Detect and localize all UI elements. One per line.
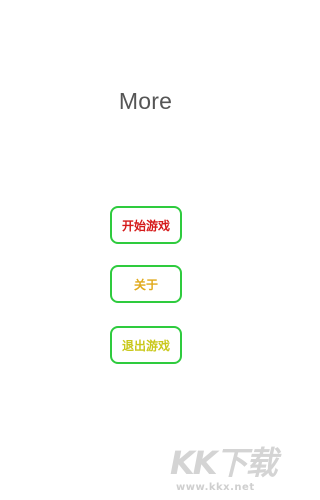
game-menu-screen: More 开始游戏 关于 退出游戏 KK下载 www.kkx.net (0, 0, 291, 500)
about-label: 关于 (133, 277, 158, 292)
exit-game-button[interactable]: 退出游戏 (110, 326, 182, 364)
page-title: More (118, 88, 173, 114)
watermark-logo: KK下载 (170, 444, 278, 482)
exit-game-label: 退出游戏 (121, 338, 170, 353)
site-watermark: KK下载 www.kkx.net (170, 438, 285, 498)
start-game-button[interactable]: 开始游戏 (110, 206, 182, 244)
watermark-url: www.kkx.net (176, 482, 255, 493)
start-game-label: 开始游戏 (121, 218, 170, 233)
about-button[interactable]: 关于 (110, 265, 182, 303)
